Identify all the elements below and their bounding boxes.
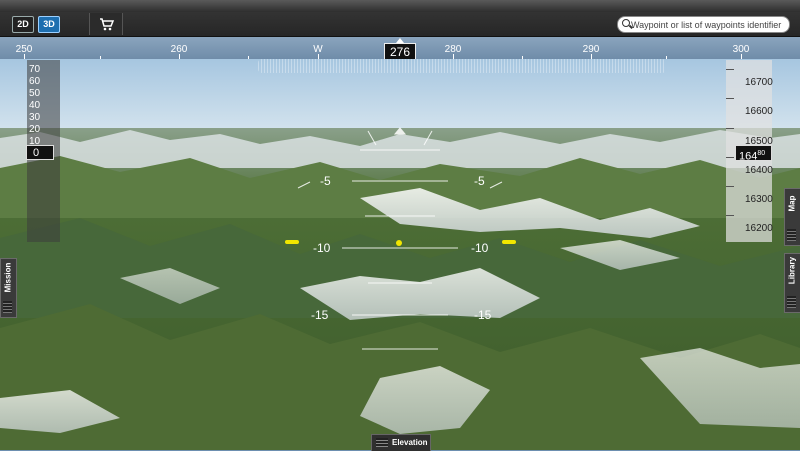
hud-overlay <box>297 127 503 350</box>
pitch-label: -5 <box>320 174 331 188</box>
map-tab-label: Map <box>787 195 797 212</box>
right-wing-marker <box>502 240 516 244</box>
left-wing-marker <box>285 240 299 244</box>
pitch-label: -10 <box>471 241 489 255</box>
map-tab[interactable]: Map <box>784 188 800 246</box>
pitch-label: -15 <box>311 308 329 322</box>
library-tab[interactable]: Library <box>784 253 800 313</box>
flight-path-marker <box>396 240 402 246</box>
drag-handle-icon <box>376 438 388 447</box>
mission-tab[interactable]: Mission <box>0 258 17 318</box>
elevation-tab[interactable]: Elevation <box>371 434 431 451</box>
drag-handle-icon <box>787 229 796 241</box>
pitch-label: -5 <box>474 174 485 188</box>
library-tab-label: Library <box>787 256 797 285</box>
pitch-label: -10 <box>313 241 331 255</box>
pitch-label: -15 <box>474 308 492 322</box>
drag-handle-icon <box>3 301 12 313</box>
drag-handle-icon <box>787 296 796 308</box>
mission-tab-label: Mission <box>3 262 13 293</box>
elevation-tab-label: Elevation <box>392 438 428 447</box>
